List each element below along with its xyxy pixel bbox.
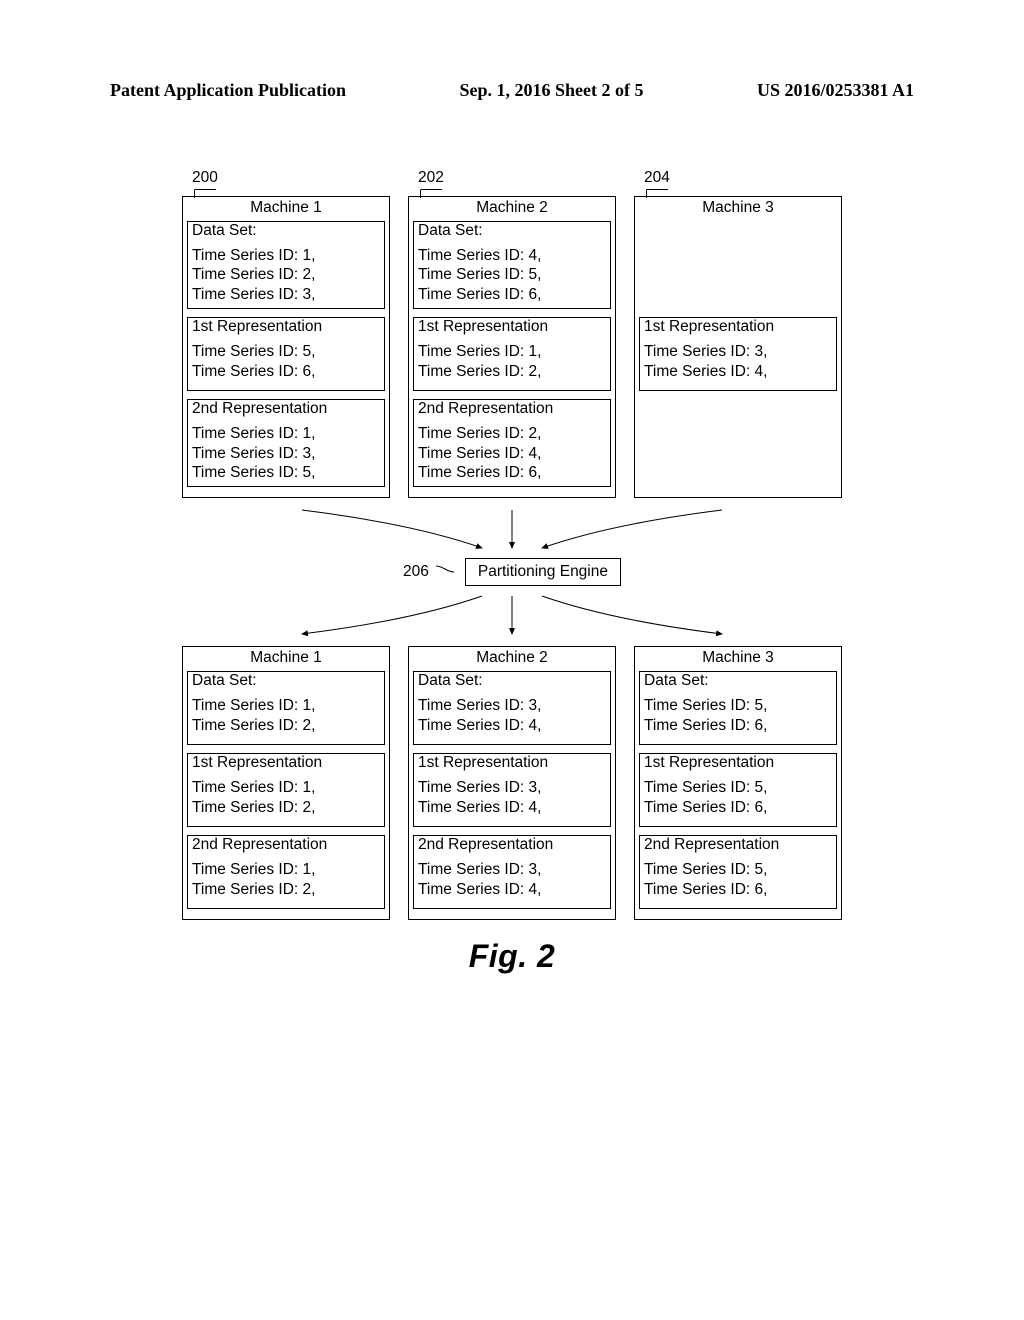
second-representation-block: 2nd Representation Time Series ID: 2, Ti…	[413, 399, 611, 487]
list-item: Time Series ID: 1,	[192, 424, 380, 443]
list-item: Time Series ID: 5,	[192, 342, 380, 361]
list-item: Time Series ID: 1,	[418, 342, 606, 361]
machine-title: Machine 1	[183, 197, 389, 219]
refnum-202: 202	[408, 169, 616, 187]
second-representation-block: 2nd Representation Time Series ID: 5, Ti…	[639, 835, 837, 909]
block-label: 1st Representation	[188, 754, 384, 772]
arrows-diverge-icon	[182, 586, 842, 640]
list-item: Time Series ID: 4,	[418, 444, 606, 463]
list-item: Time Series ID: 1,	[192, 246, 380, 265]
list-item: Time Series ID: 5,	[644, 696, 832, 715]
list-item: Time Series ID: 1,	[192, 696, 380, 715]
data-set-block: Data Set: Time Series ID: 1, Time Series…	[187, 671, 385, 745]
machine-2-top: Machine 2 Data Set: Time Series ID: 4, T…	[408, 196, 616, 498]
first-representation-block: 1st Representation Time Series ID: 1, Ti…	[413, 317, 611, 391]
data-set-block: Data Set: Time Series ID: 4, Time Series…	[413, 221, 611, 309]
header-left: Patent Application Publication	[110, 80, 346, 101]
list-item: Time Series ID: 4,	[418, 880, 606, 899]
list-item: Time Series ID: 4,	[418, 798, 606, 817]
list-item: Time Series ID: 4,	[418, 716, 606, 735]
ref-leader-icon	[435, 565, 455, 579]
list-item: Time Series ID: 5,	[418, 265, 606, 284]
second-representation-block: 2nd Representation Time Series ID: 1, Ti…	[187, 835, 385, 909]
machine-3-bottom: Machine 3 Data Set: Time Series ID: 5, T…	[634, 646, 842, 920]
header-center: Sep. 1, 2016 Sheet 2 of 5	[460, 80, 644, 101]
machine-title: Machine 2	[409, 647, 615, 669]
list-item: Time Series ID: 2,	[192, 716, 380, 735]
block-label: 2nd Representation	[188, 400, 384, 418]
list-item: Time Series ID: 3,	[192, 285, 380, 304]
figure-label: Fig. 2	[182, 938, 842, 975]
list-item: Time Series ID: 3,	[418, 860, 606, 879]
first-representation-block: 1st Representation Time Series ID: 3, Ti…	[413, 753, 611, 827]
machine-1-top: Machine 1 Data Set: Time Series ID: 1, T…	[182, 196, 390, 498]
list-item: Time Series ID: 5,	[644, 860, 832, 879]
block-label: Data Set:	[414, 222, 610, 240]
list-item: Time Series ID: 6,	[418, 463, 606, 482]
refnum-200: 200	[182, 169, 390, 187]
list-item: Time Series ID: 2,	[192, 798, 380, 817]
block-label: 2nd Representation	[414, 400, 610, 418]
block-label: 2nd Representation	[640, 836, 836, 854]
first-representation-block: 1st Representation Time Series ID: 1, Ti…	[187, 753, 385, 827]
list-item: Time Series ID: 6,	[644, 798, 832, 817]
list-item: Time Series ID: 2,	[418, 424, 606, 443]
machine-title: Machine 2	[409, 197, 615, 219]
second-representation-block: 2nd Representation Time Series ID: 1, Ti…	[187, 399, 385, 487]
first-representation-block: 1st Representation Time Series ID: 5, Ti…	[187, 317, 385, 391]
data-set-block: Data Set: Time Series ID: 1, Time Series…	[187, 221, 385, 309]
block-label: 1st Representation	[188, 318, 384, 336]
block-label: 1st Representation	[640, 318, 836, 336]
first-representation-block: 1st Representation Time Series ID: 3, Ti…	[639, 317, 837, 391]
data-set-block: Data Set: Time Series ID: 5, Time Series…	[639, 671, 837, 745]
block-label: Data Set:	[414, 672, 610, 690]
machine-title: Machine 3	[635, 197, 841, 219]
list-item: Time Series ID: 2,	[192, 265, 380, 284]
first-representation-block: 1st Representation Time Series ID: 5, Ti…	[639, 753, 837, 827]
machine-1-bottom: Machine 1 Data Set: Time Series ID: 1, T…	[182, 646, 390, 920]
block-label: 1st Representation	[414, 754, 610, 772]
arrows-converge-icon	[182, 504, 842, 558]
data-set-block: Data Set: Time Series ID: 3, Time Series…	[413, 671, 611, 745]
list-item: Time Series ID: 6,	[418, 285, 606, 304]
list-item: Time Series ID: 3,	[192, 444, 380, 463]
engine-label: Partitioning Engine	[478, 563, 608, 580]
list-item: Time Series ID: 6,	[644, 716, 832, 735]
block-label: 2nd Representation	[414, 836, 610, 854]
second-representation-block: 2nd Representation Time Series ID: 3, Ti…	[413, 835, 611, 909]
list-item: Time Series ID: 3,	[418, 778, 606, 797]
block-label: 1st Representation	[640, 754, 836, 772]
header-right: US 2016/0253381 A1	[757, 80, 914, 101]
page-header: Patent Application Publication Sep. 1, 2…	[110, 80, 914, 101]
block-label: Data Set:	[188, 672, 384, 690]
figure-diagram: 200 202 204 Machine 1 Data Set:	[182, 169, 842, 975]
refnum-206: 206	[403, 563, 429, 581]
partitioning-engine-box: Partitioning Engine	[465, 558, 621, 586]
list-item: Time Series ID: 3,	[644, 342, 832, 361]
list-item: Time Series ID: 6,	[192, 362, 380, 381]
list-item: Time Series ID: 1,	[192, 860, 380, 879]
block-label: 2nd Representation	[188, 836, 384, 854]
list-item: Time Series ID: 5,	[192, 463, 380, 482]
block-label: Data Set:	[188, 222, 384, 240]
list-item: Time Series ID: 2,	[192, 880, 380, 899]
refnum-206-group: 206	[403, 563, 455, 581]
machine-title: Machine 3	[635, 647, 841, 669]
list-item: Time Series ID: 4,	[418, 246, 606, 265]
machine-3-top: Machine 3 1st Representation Time Series…	[634, 196, 842, 498]
list-item: Time Series ID: 6,	[644, 880, 832, 899]
list-item: Time Series ID: 2,	[418, 362, 606, 381]
machine-title: Machine 1	[183, 647, 389, 669]
block-label: 1st Representation	[414, 318, 610, 336]
list-item: Time Series ID: 5,	[644, 778, 832, 797]
list-item: Time Series ID: 4,	[644, 362, 832, 381]
refnum-204: 204	[634, 169, 842, 187]
list-item: Time Series ID: 3,	[418, 696, 606, 715]
block-label: Data Set:	[640, 672, 836, 690]
list-item: Time Series ID: 1,	[192, 778, 380, 797]
machine-2-bottom: Machine 2 Data Set: Time Series ID: 3, T…	[408, 646, 616, 920]
